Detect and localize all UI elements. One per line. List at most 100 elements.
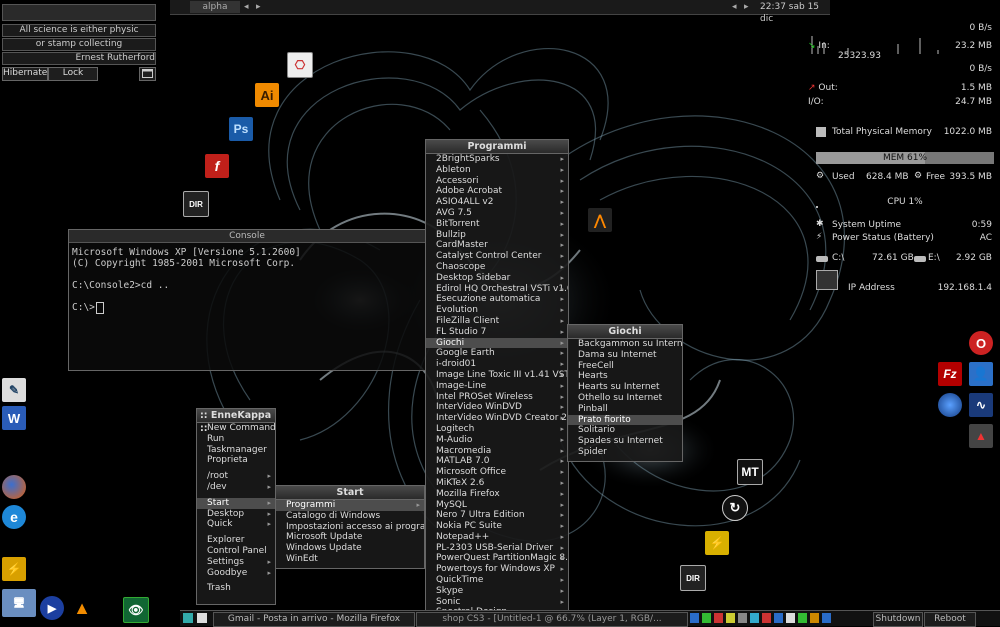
tray-icon[interactable] — [822, 613, 831, 623]
giochi-item[interactable]: Hearts — [568, 371, 682, 382]
giochi-item[interactable]: Spades su Internet — [568, 436, 682, 447]
programmi-item[interactable]: Notepad++ ▸ — [426, 532, 568, 543]
tray-icon[interactable] — [810, 613, 819, 623]
word-icon[interactable]: W — [2, 406, 26, 430]
programmi-item[interactable]: Mozilla Firefox ▸ — [426, 489, 568, 500]
person-icon[interactable]: 👤 — [969, 362, 993, 386]
programmi-item[interactable]: AVG 7.5 ▸ — [426, 208, 568, 219]
programmi-item[interactable]: Ableton ▸ — [426, 165, 568, 176]
menu-item-new-command[interactable]: New Command — [197, 423, 275, 434]
programmi-item[interactable]: Nokia PC Suite ▸ — [426, 521, 568, 532]
audio-wave-icon[interactable]: ∿ — [969, 393, 993, 417]
giochi-item[interactable]: Othello su Internet — [568, 393, 682, 404]
programmi-item[interactable]: PL-2303 USB-Serial Driver ▸ — [426, 543, 568, 554]
programmi-item[interactable]: Desktop Sidebar ▸ — [426, 273, 568, 284]
tray-icon[interactable] — [762, 613, 771, 623]
console-window[interactable]: Console Microsoft Windows XP [Versione 5… — [68, 229, 426, 371]
firefox-icon[interactable] — [2, 475, 26, 499]
tray-icon[interactable] — [690, 613, 699, 623]
programmi-item[interactable]: FL Studio 7 ▸ — [426, 327, 568, 338]
mt-icon[interactable]: MT — [737, 459, 763, 485]
menu-item-dev[interactable]: /dev ▸ — [197, 482, 275, 493]
programmi-item[interactable]: Nero 7 Ultra Edition ▸ — [426, 510, 568, 521]
programmi-item[interactable]: Image Line Toxic III v1.41 VSTi ▸ — [426, 370, 568, 381]
tray-icon[interactable] — [750, 613, 759, 623]
programmi-item[interactable]: ASIO4ALL v2 ▸ — [426, 197, 568, 208]
programmi-item[interactable]: InterVideo WinDVD Creator 2 ▸ — [426, 413, 568, 424]
programmi-item[interactable]: CardMaster ▸ — [426, 240, 568, 251]
programmi-item[interactable]: Skype ▸ — [426, 586, 568, 597]
workspace-prev-icon[interactable]: ◂ — [244, 1, 254, 13]
giochi-item[interactable]: Prato fiorito — [568, 414, 682, 426]
programmi-item[interactable]: BitTorrent ▸ — [426, 219, 568, 230]
programmi-item[interactable]: Adobe Acrobat ▸ — [426, 186, 568, 197]
programmi-item[interactable]: FileZilla Client ▸ — [426, 316, 568, 327]
tray-icon[interactable] — [726, 613, 735, 623]
media-player-icon[interactable]: ▶ — [40, 596, 64, 620]
dir-icon[interactable]: DIR — [183, 191, 209, 217]
giochi-item[interactable]: Spider — [568, 447, 682, 458]
menu-item-start[interactable]: Start ▸ — [197, 497, 275, 509]
start-item-microsoft-update[interactable]: Microsoft Update — [276, 532, 424, 543]
programmi-item[interactable]: Sonic ▸ — [426, 597, 568, 608]
tray-icon[interactable] — [714, 613, 723, 623]
vlc-icon[interactable]: ▲ — [70, 596, 94, 620]
programmi-item[interactable]: Intel PROSet Wireless ▸ — [426, 392, 568, 403]
start-item-windows-update[interactable]: Windows Update — [276, 543, 424, 554]
menu-item-explorer[interactable]: Explorer — [197, 535, 275, 546]
programmi-item[interactable]: MiKTeX 2.6 ▸ — [426, 478, 568, 489]
taskbar-app-icon[interactable] — [183, 613, 193, 623]
programmi-item[interactable]: Google Earth ▸ — [426, 348, 568, 359]
task-next-icon[interactable]: ▸ — [744, 1, 754, 13]
menu-item-trash[interactable]: Trash — [197, 583, 275, 594]
tray-icon[interactable] — [738, 613, 747, 623]
menu-item-control-panel[interactable]: Control Panel — [197, 546, 275, 557]
giochi-item[interactable]: Hearts su Internet — [568, 382, 682, 393]
my-computer-icon[interactable]: 🖥 — [2, 589, 36, 617]
programmi-item[interactable]: 2BrightSparks ▸ — [426, 154, 568, 165]
winamp-icon[interactable]: ⚡ — [2, 557, 26, 581]
task-prev-icon[interactable]: ◂ — [732, 1, 742, 13]
antenna-icon[interactable]: ▲ — [969, 424, 993, 448]
start-item-programmi[interactable]: Programmi ▸ — [276, 500, 424, 511]
programmi-item[interactable]: PowerQuest PartitionMagic 8.0 ▸ — [426, 553, 568, 564]
workspace-next-icon[interactable]: ▸ — [256, 1, 266, 13]
illustrator-icon[interactable]: Ai — [255, 83, 279, 107]
programmi-item[interactable]: InterVideo WinDVD ▸ — [426, 402, 568, 413]
taskbar-app-icon-2[interactable] — [197, 613, 207, 623]
programmi-item[interactable]: MATLAB 7.0 ▸ — [426, 456, 568, 467]
console-title[interactable]: Console — [69, 230, 425, 243]
tray-icon[interactable] — [774, 613, 783, 623]
programmi-item[interactable]: Edirol HQ Orchestral VSTi v1.03 ▸ — [426, 284, 568, 295]
programmi-item[interactable]: Image-Line ▸ — [426, 381, 568, 392]
menu-item-goodbye[interactable]: Goodbye ▸ — [197, 568, 275, 579]
menu-item-taskmanager[interactable]: Taskmanager — [197, 445, 275, 456]
start-item-catalogo[interactable]: Catalogo di Windows — [276, 511, 424, 522]
programmi-item[interactable]: Powertoys for Windows XP ▸ — [426, 564, 568, 575]
programmi-item[interactable]: Logitech ▸ — [426, 424, 568, 435]
photoshop-icon[interactable]: Ps — [229, 117, 253, 141]
internet-explorer-icon[interactable]: e — [2, 505, 26, 529]
menu-item-run[interactable]: Run — [197, 434, 275, 445]
programmi-item[interactable]: Esecuzione automatica ▸ — [426, 294, 568, 305]
programmi-item[interactable]: Evolution ▸ — [426, 305, 568, 316]
menu-item-proprieta[interactable]: Proprieta — [197, 455, 275, 466]
menu-item-settings[interactable]: Settings ▸ — [197, 557, 275, 568]
programmi-item[interactable]: M-Audio ▸ — [426, 435, 568, 446]
giochi-item[interactable]: Backgammon su Internet — [568, 339, 682, 350]
programmi-item[interactable]: Catalyst Control Center ▸ — [426, 251, 568, 262]
lock-button[interactable]: Lock — [48, 67, 98, 81]
programmi-item[interactable]: Accessori ▸ — [426, 176, 568, 187]
update-icon[interactable]: ↻ — [722, 495, 748, 521]
giochi-item[interactable]: Pinball — [568, 404, 682, 415]
hibernate-button[interactable]: Hibernate — [2, 67, 48, 81]
giochi-item[interactable]: Dama su Internet — [568, 350, 682, 361]
quick-search-field[interactable] — [2, 4, 156, 21]
notepad-icon[interactable]: ✎ — [2, 378, 26, 402]
flash-icon[interactable]: f — [205, 154, 229, 178]
start-item-impostazioni[interactable]: Impostazioni accesso ai programmi — [276, 522, 424, 533]
menu-item-desktop[interactable]: Desktop ▸ — [197, 509, 275, 520]
tray-icon[interactable] — [798, 613, 807, 623]
google-earth-icon[interactable] — [938, 393, 962, 417]
folder-lightning-icon[interactable]: ⚡ — [705, 531, 729, 555]
